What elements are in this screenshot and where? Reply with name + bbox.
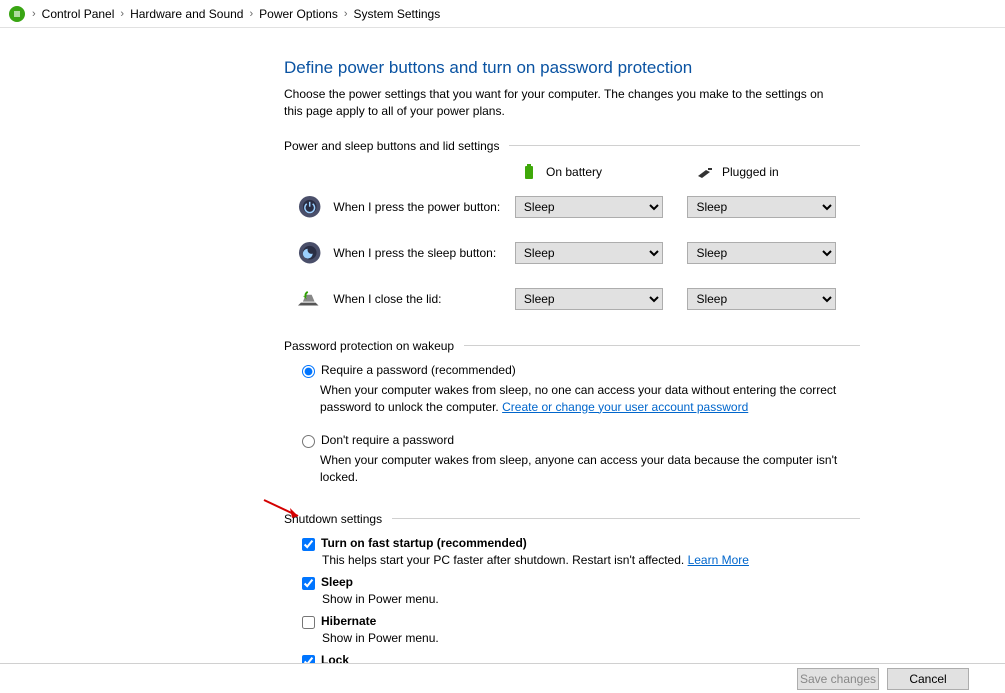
column-headers: On battery Plugged in xyxy=(520,163,860,181)
power-button-icon xyxy=(298,195,321,219)
sleep-button-plugged-select[interactable]: Sleep xyxy=(687,242,836,264)
section-header-label: Power and sleep buttons and lid settings xyxy=(284,139,499,153)
breadcrumb-item[interactable]: Hardware and Sound xyxy=(130,7,243,21)
radio-require-password-input[interactable] xyxy=(302,365,315,378)
sleep-button-icon xyxy=(298,241,321,265)
radio-dont-require-password-desc: When your computer wakes from sleep, any… xyxy=(320,452,860,486)
divider xyxy=(392,518,860,519)
chevron-right-icon: › xyxy=(344,8,348,20)
col-battery: On battery xyxy=(520,163,672,181)
checkbox-label: Turn on fast startup (recommended) xyxy=(321,536,527,550)
power-button-plugged-select[interactable]: Sleep xyxy=(687,196,836,218)
main-content: Define power buttons and turn on passwor… xyxy=(0,28,860,684)
cancel-button[interactable]: Cancel xyxy=(887,668,969,690)
checkbox-label: Hibernate xyxy=(321,614,376,628)
save-changes-button[interactable]: Save changes xyxy=(797,668,879,690)
checkbox-sleep-desc: Show in Power menu. xyxy=(322,592,860,606)
section-header-label: Shutdown settings xyxy=(284,512,382,526)
page-subtitle: Choose the power settings that you want … xyxy=(284,86,844,121)
radio-group-no-password: Don't require a password When your compu… xyxy=(302,433,860,486)
setting-row-sleep-button: When I press the sleep button: Sleep Sle… xyxy=(298,241,860,265)
col-plugged: Plugged in xyxy=(696,163,848,181)
chevron-right-icon: › xyxy=(120,8,124,20)
control-panel-icon xyxy=(8,5,26,23)
radio-dont-require-password[interactable]: Don't require a password xyxy=(302,433,860,448)
section-header-password: Password protection on wakeup xyxy=(284,339,860,353)
checkbox-fast-startup[interactable]: Turn on fast startup (recommended) xyxy=(302,536,860,551)
create-password-link[interactable]: Create or change your user account passw… xyxy=(502,400,748,414)
sleep-button-battery-select[interactable]: Sleep xyxy=(515,242,664,264)
learn-more-link[interactable]: Learn More xyxy=(688,553,749,567)
radio-group-password: Require a password (recommended) When yo… xyxy=(302,363,860,416)
setting-label: When I press the sleep button: xyxy=(333,246,514,260)
chevron-right-icon: › xyxy=(32,8,36,20)
radio-require-password-desc: When your computer wakes from sleep, no … xyxy=(320,382,860,416)
checkbox-hibernate-desc: Show in Power menu. xyxy=(322,631,860,645)
radio-label: Don't require a password xyxy=(321,433,454,447)
battery-icon xyxy=(520,163,538,181)
checkbox-fast-startup-desc: This helps start your PC faster after sh… xyxy=(322,553,860,567)
setting-label: When I close the lid: xyxy=(333,292,514,306)
breadcrumb-item[interactable]: Control Panel xyxy=(42,7,115,21)
checkbox-sleep[interactable]: Sleep xyxy=(302,575,860,590)
radio-label: Require a password (recommended) xyxy=(321,363,516,377)
setting-row-power-button: When I press the power button: Sleep Sle… xyxy=(298,195,860,219)
page-title: Define power buttons and turn on passwor… xyxy=(284,58,860,78)
setting-label: When I press the power button: xyxy=(333,200,514,214)
breadcrumb-item[interactable]: Power Options xyxy=(259,7,338,21)
plug-icon xyxy=(696,163,714,181)
col-battery-label: On battery xyxy=(546,165,602,179)
breadcrumb-item[interactable]: System Settings xyxy=(354,7,441,21)
radio-dont-require-password-input[interactable] xyxy=(302,435,315,448)
divider xyxy=(509,145,860,146)
close-lid-plugged-select[interactable]: Sleep xyxy=(687,288,836,310)
laptop-lid-icon xyxy=(298,287,321,311)
checkbox-fast-startup-input[interactable] xyxy=(302,538,315,551)
setting-row-close-lid: When I close the lid: Sleep Sleep xyxy=(298,287,860,311)
radio-require-password[interactable]: Require a password (recommended) xyxy=(302,363,860,378)
checkbox-hibernate[interactable]: Hibernate xyxy=(302,614,860,629)
shutdown-settings-list: Turn on fast startup (recommended) This … xyxy=(302,536,860,684)
breadcrumb: › Control Panel › Hardware and Sound › P… xyxy=(0,0,1005,28)
chevron-right-icon: › xyxy=(249,8,253,20)
footer-bar: Save changes Cancel xyxy=(0,663,1005,693)
close-lid-battery-select[interactable]: Sleep xyxy=(515,288,664,310)
section-header-label: Password protection on wakeup xyxy=(284,339,454,353)
checkbox-hibernate-input[interactable] xyxy=(302,616,315,629)
desc-text: This helps start your PC faster after sh… xyxy=(322,553,688,567)
checkbox-sleep-input[interactable] xyxy=(302,577,315,590)
section-header-shutdown: Shutdown settings xyxy=(284,512,860,526)
section-header-power-sleep: Power and sleep buttons and lid settings xyxy=(284,139,860,153)
col-plugged-label: Plugged in xyxy=(722,165,779,179)
checkbox-label: Sleep xyxy=(321,575,353,589)
divider xyxy=(464,345,860,346)
power-button-battery-select[interactable]: Sleep xyxy=(515,196,664,218)
